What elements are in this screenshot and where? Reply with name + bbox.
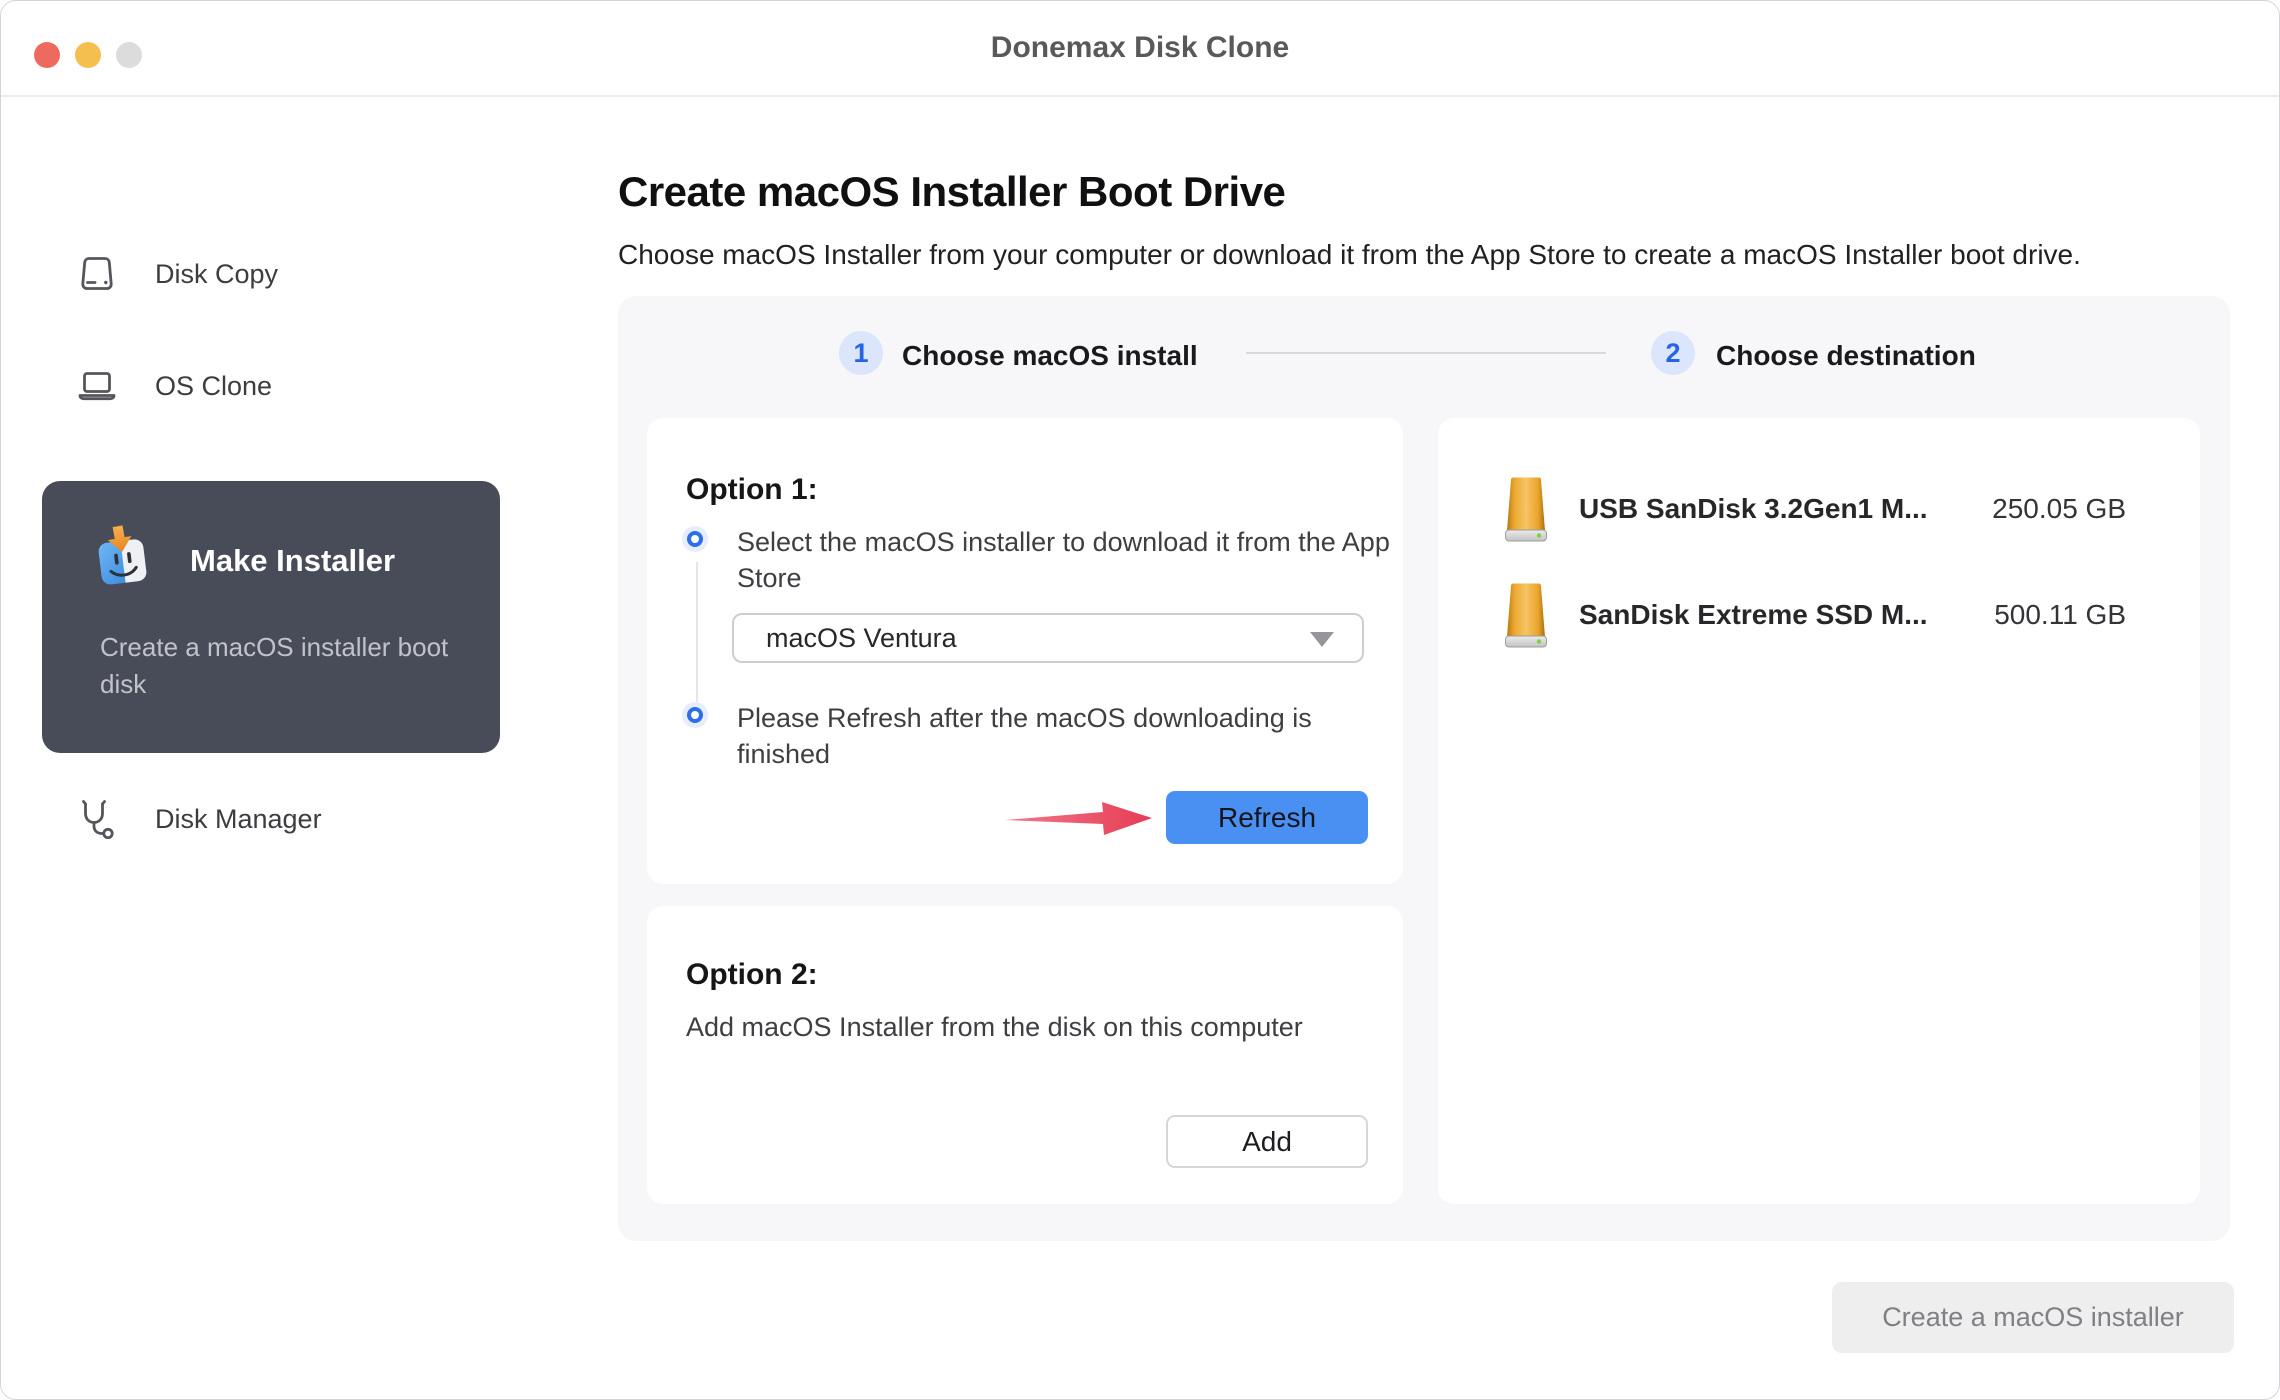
sidebar-item-disk-manager[interactable]: Disk Manager — [75, 797, 322, 841]
add-button[interactable]: Add — [1166, 1115, 1368, 1168]
app-window: Donemax Disk Clone Disk Copy OS Clone Ma… — [0, 0, 2280, 1400]
destination-list: USB SanDisk 3.2Gen1 M... 250.05 GB SanDi… — [1438, 418, 2200, 1204]
create-macos-installer-button[interactable]: Create a macOS installer — [1832, 1282, 2234, 1353]
option1-heading: Option 1: — [686, 473, 818, 506]
destination-row-sandisk-extreme[interactable]: SanDisk Extreme SSD M... 500.11 GB — [1503, 582, 2126, 648]
make-installer-icon — [98, 525, 147, 585]
page-subtitle: Choose macOS Installer from your compute… — [618, 239, 2081, 270]
wizard-panel: 1 Choose macOS install 2 Choose destinat… — [618, 296, 2230, 1241]
stethoscope-icon — [82, 800, 114, 840]
sidebar-item-label: OS Clone — [155, 370, 273, 401]
step-connector-line — [1246, 352, 1606, 354]
option1-card: Option 1: Select the macOS installer to … — [647, 418, 1403, 884]
option1-radio-refresh-text: Please Refresh after the macOS downloadi… — [737, 703, 1312, 769]
external-drive-icon — [81, 257, 113, 290]
sidebar-item-label: Disk Copy — [155, 258, 279, 289]
red-pointer-arrow-icon — [1005, 802, 1152, 835]
step-1-label: Choose macOS install — [902, 340, 1198, 371]
macos-version-dropdown[interactable]: macOS Ventura — [732, 613, 1364, 663]
step-2-badge: 2 — [1651, 331, 1695, 375]
sidebar: Disk Copy OS Clone Disk Image — [1, 97, 618, 1399]
option2-heading: Option 2: — [686, 958, 818, 991]
sidebar-item-disk-copy[interactable]: Disk Copy — [75, 252, 278, 296]
chevron-down-icon — [1310, 632, 1334, 647]
orange-drive-icon — [1505, 583, 1547, 648]
destination-size: 500.11 GB — [1994, 599, 2126, 630]
sidebar-item-os-clone[interactable]: OS Clone — [75, 364, 272, 408]
sidebar-item-make-installer[interactable]: Make Installer Create a macOS installer … — [42, 481, 500, 753]
option2-text: Add macOS Installer from the disk on thi… — [686, 1012, 1303, 1042]
window-title: Donemax Disk Clone — [990, 31, 1290, 64]
sidebar-item-label: Disk Manager — [155, 803, 322, 834]
orange-drive-icon — [1505, 477, 1547, 542]
destination-row-usb-sandisk[interactable]: USB SanDisk 3.2Gen1 M... 250.05 GB — [1503, 476, 2126, 542]
option1-radio-download-text: Select the macOS installer to download i… — [737, 527, 1390, 593]
page-title: Create macOS Installer Boot Drive — [618, 168, 1286, 215]
destination-size: 250.05 GB — [1992, 493, 2126, 524]
destination-name: SanDisk Extreme SSD M... — [1579, 599, 1928, 630]
option1-radio-download[interactable] — [687, 531, 703, 547]
titlebar: Donemax Disk Clone — [1, 1, 2279, 97]
option1-radio-refresh[interactable] — [687, 707, 703, 723]
step-1-badge: 1 — [839, 331, 883, 375]
macos-version-value: macOS Ventura — [766, 623, 957, 653]
sidebar-item-description: Create a macOS installer boot disk — [100, 632, 449, 699]
laptop-icon — [78, 372, 116, 401]
destination-name: USB SanDisk 3.2Gen1 M... — [1579, 493, 1928, 524]
refresh-button[interactable]: Refresh — [1166, 791, 1368, 844]
option2-card: Option 2: Add macOS Installer from the d… — [647, 906, 1403, 1204]
step-2-label: Choose destination — [1716, 340, 1976, 371]
radio-connector-line — [696, 562, 698, 702]
sidebar-item-label: Make Installer — [190, 543, 396, 578]
